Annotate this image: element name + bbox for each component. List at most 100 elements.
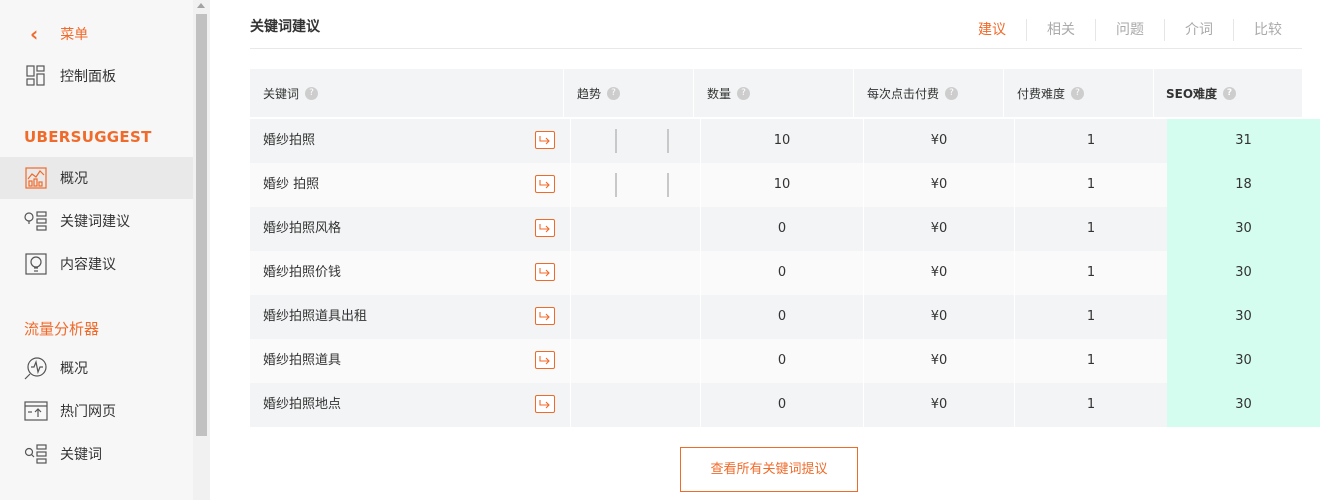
tab-suggestions[interactable]: 建议 — [958, 19, 1026, 41]
column-header-volume[interactable]: 数量 ? — [707, 69, 751, 117]
tab-comparisons[interactable]: 比较 — [1233, 19, 1302, 41]
column-divider — [693, 69, 694, 117]
seo-difficulty-cell: 30 — [1167, 339, 1320, 383]
trend-bar — [615, 129, 617, 153]
page-title: 关键词建议 — [250, 19, 320, 35]
column-divider — [853, 69, 854, 117]
seo-difficulty-cell: 30 — [1167, 207, 1320, 251]
arrow-return-icon — [539, 224, 550, 233]
trend-bar — [667, 129, 669, 153]
paid-difficulty-cell: 1 — [1086, 177, 1096, 192]
paid-difficulty-cell: 1 — [1086, 397, 1096, 412]
scroll-thumb[interactable] — [196, 14, 207, 436]
tab-questions[interactable]: 问题 — [1095, 19, 1164, 41]
divider — [250, 48, 1302, 49]
sidebar-item-label: 热门网页 — [60, 404, 116, 420]
column-header-label: 付费难度 — [1017, 86, 1066, 101]
column-header-cpc[interactable]: 每次点击付费 ? — [867, 69, 959, 117]
column-divider — [570, 119, 571, 163]
column-header-label: 数量 — [707, 86, 732, 101]
arrow-return-icon — [539, 356, 550, 365]
cpc-cell: ¥0 — [930, 221, 948, 236]
arrow-return-icon — [539, 180, 550, 189]
help-icon[interactable]: ? — [607, 86, 621, 100]
sidebar-item-label: 概况 — [60, 171, 88, 187]
table-row: 婚纱拍照风格 0 ¥0 1 30 — [250, 207, 1320, 251]
open-keyword-button[interactable] — [535, 263, 555, 281]
sidebar-item-label: 内容建议 — [60, 257, 116, 273]
open-keyword-button[interactable] — [535, 351, 555, 369]
chart-overview-icon — [24, 166, 48, 190]
top-pages-icon — [24, 399, 48, 423]
traffic-section-title: 流量分析器 — [24, 320, 100, 338]
table-row: 婚纱拍照地点 0 ¥0 1 30 — [250, 383, 1320, 427]
sidebar-item-overview[interactable]: 概况 — [0, 157, 193, 199]
tab-related[interactable]: 相关 — [1026, 19, 1095, 41]
content-ideas-icon — [24, 252, 48, 276]
scroll-up-arrow-icon[interactable] — [197, 3, 205, 8]
seo-difficulty-cell: 30 — [1167, 251, 1320, 295]
column-divider — [1003, 69, 1004, 117]
cpc-cell: ¥0 — [930, 309, 948, 324]
help-icon[interactable]: ? — [737, 86, 751, 100]
seo-difficulty-cell: 30 — [1167, 295, 1320, 339]
sidebar: ‹ 菜单 控制面板 UBERSUGGEST 概况 关键词建议 内容建议 流量分析… — [0, 0, 193, 500]
table-row: 婚纱拍照价钱 0 ¥0 1 30 — [250, 251, 1320, 295]
help-icon[interactable]: ? — [945, 86, 959, 100]
volume-cell: 0 — [777, 265, 787, 280]
help-icon[interactable]: ? — [1223, 86, 1237, 100]
sidebar-item-label: 控制面板 — [60, 69, 116, 85]
menu-back-button[interactable]: ‹ 菜单 — [30, 22, 88, 46]
menu-back-label: 菜单 — [60, 27, 89, 43]
keyword-cell[interactable]: 婚纱拍照 — [263, 119, 315, 163]
keyword-cell[interactable]: 婚纱拍照风格 — [263, 207, 341, 251]
open-keyword-button[interactable] — [535, 219, 555, 237]
dashboard-icon — [24, 64, 48, 88]
table-row: 婚纱拍照 10 ¥0 1 31 — [250, 119, 1320, 163]
sidebar-item-keywords[interactable]: 关键词 — [0, 433, 193, 475]
seo-difficulty-cell: 31 — [1167, 119, 1320, 163]
trend-bar — [667, 173, 669, 197]
column-header-label: SEO难度 — [1166, 86, 1218, 101]
view-all-keywords-button[interactable]: 查看所有关键词提议 — [680, 447, 858, 492]
sidebar-scrollbar[interactable] — [193, 0, 210, 500]
keyword-cell[interactable]: 婚纱拍照地点 — [263, 383, 341, 427]
help-icon[interactable]: ? — [305, 86, 319, 100]
open-keyword-button[interactable] — [535, 131, 555, 149]
volume-cell: 10 — [773, 133, 791, 148]
sidebar-item-label: 关键词 — [60, 447, 102, 463]
table-row: 婚纱拍照道具 0 ¥0 1 30 — [250, 339, 1320, 383]
tab-prepositions[interactable]: 介词 — [1164, 19, 1233, 41]
cpc-cell: ¥0 — [930, 265, 948, 280]
sidebar-item-traffic-overview[interactable]: 概况 — [0, 347, 193, 389]
seo-difficulty-cell: 18 — [1167, 163, 1320, 207]
open-keyword-button[interactable] — [535, 307, 555, 325]
column-header-seo-difficulty[interactable]: SEO难度 ? — [1166, 69, 1237, 117]
keyword-cell[interactable]: 婚纱拍照道具 — [263, 339, 341, 383]
keyword-cell[interactable]: 婚纱拍照道具出租 — [263, 295, 367, 339]
column-header-trend[interactable]: 趋势 ? — [577, 69, 621, 117]
cpc-cell: ¥0 — [930, 133, 948, 148]
chevron-left-icon: ‹ — [30, 22, 39, 46]
column-header-keyword[interactable]: 关键词 ? — [263, 69, 319, 117]
table-header: 关键词 ? 趋势 ? 数量 ? 每次点击付费 ? 付费难度 ? SEO难度 ? — [250, 69, 1302, 117]
keyword-cell[interactable]: 婚纱 拍照 — [263, 163, 319, 207]
column-header-label: 趋势 — [577, 86, 602, 101]
paid-difficulty-cell: 1 — [1086, 265, 1096, 280]
sidebar-item-top-pages[interactable]: 热门网页 — [0, 390, 193, 432]
keyword-ideas-icon — [24, 209, 48, 233]
column-divider — [570, 163, 571, 207]
trend-bar — [615, 173, 617, 197]
sidebar-item-keyword-ideas[interactable]: 关键词建议 — [0, 200, 193, 242]
paid-difficulty-cell: 1 — [1086, 353, 1096, 368]
open-keyword-button[interactable] — [535, 395, 555, 413]
sidebar-item-dashboard[interactable]: 控制面板 — [0, 55, 193, 97]
keyword-cell[interactable]: 婚纱拍照价钱 — [263, 251, 341, 295]
open-keyword-button[interactable] — [535, 175, 555, 193]
volume-cell: 0 — [777, 309, 787, 324]
help-icon[interactable]: ? — [1071, 86, 1085, 100]
sidebar-item-content-ideas[interactable]: 内容建议 — [0, 243, 193, 285]
volume-cell: 10 — [773, 177, 791, 192]
column-header-paid-difficulty[interactable]: 付费难度 ? — [1017, 69, 1085, 117]
paid-difficulty-cell: 1 — [1086, 221, 1096, 236]
